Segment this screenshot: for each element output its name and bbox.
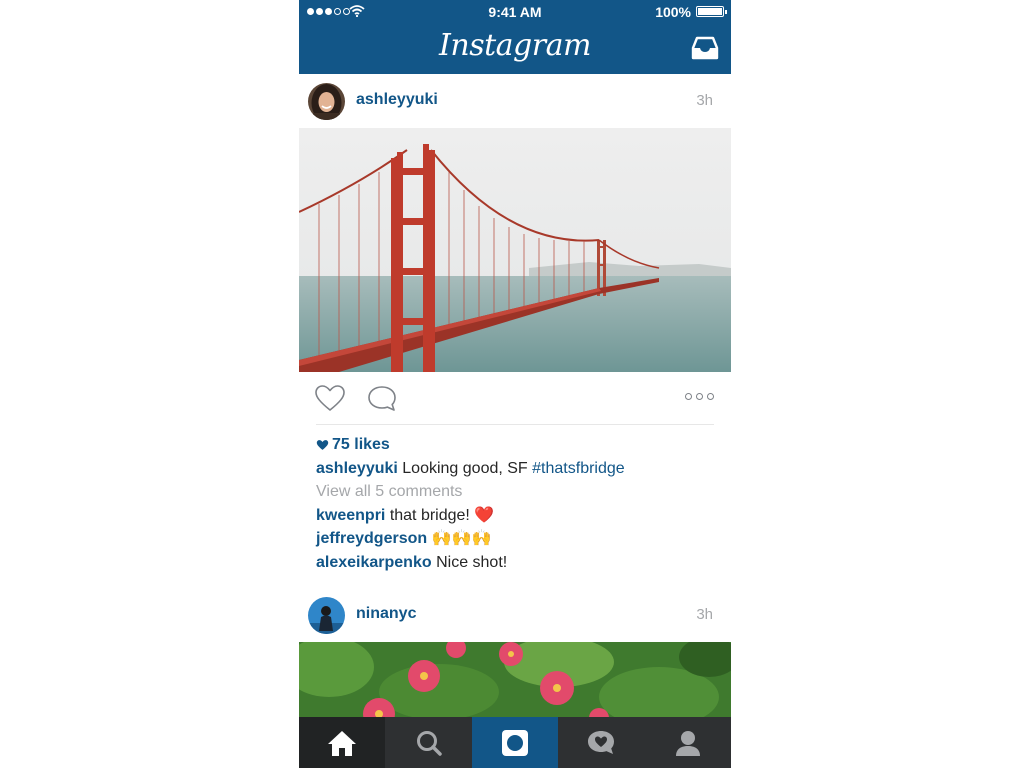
caption-username[interactable]: ashleyyuki [316, 460, 398, 477]
battery-percentage: 100% [655, 4, 691, 20]
battery-icon [696, 6, 727, 17]
comment-row: alexeikarpenko Nice shot! [316, 551, 716, 575]
post-photo[interactable] [299, 642, 731, 722]
post-photo[interactable] [299, 128, 731, 372]
comment-text: that bridge! ❤️ [389, 506, 495, 524]
caption-hashtag[interactable]: #thatsfbridge [532, 460, 625, 477]
phone-screen: 9:41 AM 100% Instagram ashleyyuki 3h 75 … [299, 0, 731, 768]
view-all-comments-link[interactable]: View all 5 comments [316, 480, 716, 504]
inbox-icon[interactable] [691, 35, 719, 61]
comment-username[interactable]: alexeikarpenko [316, 554, 432, 571]
likes-heart-icon [316, 440, 329, 450]
profile-icon [675, 730, 700, 756]
likes-count[interactable]: 75 likes [332, 436, 390, 453]
post-actions [299, 372, 731, 425]
post-details: 75 likes ashleyyuki Looking good, SF #th… [316, 433, 716, 574]
search-icon [416, 730, 442, 756]
app-logo: Instagram [439, 28, 591, 63]
post-username[interactable]: ashleyyuki [356, 91, 438, 109]
more-options-icon[interactable] [685, 390, 715, 402]
tab-search[interactable] [385, 717, 471, 768]
tab-profile[interactable] [645, 717, 731, 768]
comment-username[interactable]: jeffreydgerson [316, 530, 427, 547]
app-header: 9:41 AM 100% Instagram [299, 0, 731, 74]
divider [316, 424, 714, 425]
comment-text: 🙌🙌🙌 [431, 530, 492, 547]
avatar[interactable] [308, 83, 345, 120]
tab-home[interactable] [299, 717, 386, 768]
camera-icon [502, 729, 529, 756]
home-icon [328, 730, 357, 756]
comment-row: jeffreydgerson 🙌🙌🙌 [316, 527, 716, 551]
post-timestamp: 3h [696, 92, 713, 109]
caption-text: Looking good, SF [402, 459, 528, 477]
heart-icon[interactable] [314, 384, 346, 412]
post-timestamp: 3h [696, 606, 713, 623]
avatar[interactable] [308, 597, 345, 634]
likes-row: 75 likes [316, 433, 716, 457]
tab-camera[interactable] [471, 717, 559, 768]
activity-icon [588, 730, 615, 754]
post-username[interactable]: ninanyc [356, 605, 416, 623]
comment-text: Nice shot! [436, 553, 508, 571]
status-bar: 9:41 AM 100% [299, 0, 731, 24]
comment-username[interactable]: kweenpri [316, 507, 385, 524]
comment-row: kweenpri that bridge! ❤️ [316, 504, 716, 528]
comment-icon[interactable] [367, 384, 397, 412]
caption: ashleyyuki Looking good, SF #thatsfbridg… [316, 457, 716, 481]
post-header: ashleyyuki 3h [299, 74, 731, 128]
post-header: ninanyc 3h [299, 588, 731, 642]
tab-activity[interactable] [558, 717, 644, 768]
tab-bar [299, 717, 731, 768]
